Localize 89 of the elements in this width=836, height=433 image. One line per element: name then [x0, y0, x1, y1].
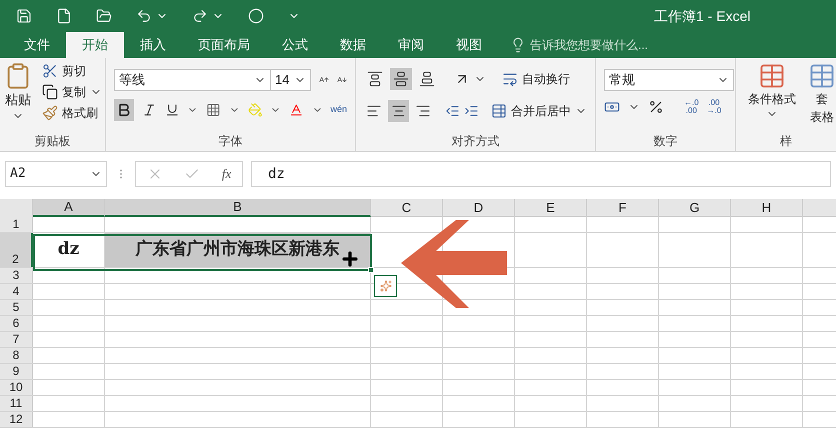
- increase-indent-icon[interactable]: [464, 103, 479, 119]
- table-cell[interactable]: 广东省广州市海珠区新港东: [105, 233, 370, 267]
- ribbon-tab[interactable]: 开始: [66, 32, 124, 58]
- decrease-decimal-button[interactable]: .00 →.0: [706, 99, 722, 115]
- group-label: 剪贴板: [34, 133, 70, 150]
- group-label: 数字: [654, 133, 678, 150]
- redo-icon[interactable]: [192, 8, 208, 24]
- fill-color-icon[interactable]: [248, 102, 262, 118]
- ribbon-tab[interactable]: 文件: [8, 32, 66, 58]
- row-header[interactable]: 9: [0, 364, 33, 379]
- ribbon-tab[interactable]: 插入: [124, 32, 182, 58]
- vertical-align-button[interactable]: [390, 68, 412, 90]
- row-header[interactable]: 8: [0, 348, 33, 363]
- italic-icon[interactable]: [142, 102, 157, 118]
- circle-icon[interactable]: [248, 8, 264, 24]
- vertical-align-icon: [367, 71, 383, 87]
- scissors-icon: [42, 63, 58, 79]
- tell-me-field[interactable]: 告诉我您想要做什么...: [510, 32, 648, 58]
- percent-icon[interactable]: [648, 99, 664, 115]
- row-header[interactable]: 2: [0, 233, 33, 267]
- horizontal-align-icon: [390, 103, 407, 119]
- column-header[interactable]: B: [105, 199, 371, 217]
- merge-cells-icon: [490, 103, 507, 119]
- table-icon: [758, 62, 786, 90]
- column-header[interactable]: A: [33, 199, 105, 217]
- ribbon-tab[interactable]: 数据: [324, 32, 382, 58]
- new-file-icon[interactable]: [56, 8, 72, 24]
- cut-button[interactable]: 剪切: [42, 62, 102, 80]
- column-header[interactable]: F: [587, 199, 659, 217]
- window-title: 工作簿1 - Excel: [654, 6, 750, 26]
- table-cell[interactable]: dz: [33, 233, 104, 267]
- font-name-field[interactable]: 等线: [114, 69, 271, 91]
- ribbon-tab[interactable]: 视图: [440, 32, 498, 58]
- conditional-format-button[interactable]: 条件格式: [748, 62, 796, 131]
- quick-analysis-button[interactable]: [374, 275, 397, 297]
- table-icon: [808, 62, 836, 90]
- column-header[interactable]: E: [515, 199, 587, 217]
- group-label: 样: [780, 133, 792, 150]
- formula-field[interactable]: dz: [251, 161, 831, 187]
- column-header[interactable]: H: [731, 199, 803, 217]
- row-header[interactable]: 10: [0, 380, 33, 395]
- row-header[interactable]: 4: [0, 284, 33, 299]
- ribbon-tab[interactable]: 审阅: [382, 32, 440, 58]
- font-size-field[interactable]: 14: [271, 69, 311, 91]
- copy-button[interactable]: 复制: [42, 83, 102, 101]
- row-header[interactable]: 6: [0, 316, 33, 331]
- column-header[interactable]: D: [443, 199, 515, 217]
- ribbon-tab[interactable]: 页面布局: [182, 32, 266, 58]
- format-painter-button[interactable]: 格式刷: [42, 104, 102, 122]
- font-color-icon[interactable]: [289, 102, 304, 118]
- vertical-align-icon: [419, 71, 435, 87]
- phonetic-button[interactable]: wén: [330, 103, 348, 117]
- group-label: 字体: [218, 133, 242, 150]
- increase-decimal-button[interactable]: ←.0 .00: [684, 99, 699, 115]
- column-header[interactable]: C: [371, 199, 443, 217]
- column-header[interactable]: G: [659, 199, 731, 217]
- merge-center-button[interactable]: 合并后居中: [490, 102, 587, 120]
- brush-icon: [42, 105, 58, 121]
- undo-icon[interactable]: [136, 8, 152, 24]
- wrap-text-button[interactable]: 自动换行: [502, 70, 570, 88]
- bold-button[interactable]: [114, 99, 134, 121]
- folder-icon[interactable]: [96, 8, 112, 24]
- wrap-text-icon: [502, 71, 518, 87]
- underline-icon[interactable]: [164, 102, 180, 118]
- row-header[interactable]: 7: [0, 332, 33, 347]
- fill-handle[interactable]: [368, 267, 374, 273]
- row-header[interactable]: 1: [0, 217, 33, 232]
- vertical-align-icon: [393, 71, 409, 87]
- save-icon[interactable]: [16, 8, 32, 24]
- bold-icon: [116, 102, 132, 118]
- copy-icon: [42, 84, 58, 100]
- table-format-button[interactable]: 套 表格: [808, 62, 836, 131]
- paste-button[interactable]: 粘贴: [4, 62, 32, 131]
- row-header[interactable]: 3: [0, 268, 33, 283]
- group-label: 对齐方式: [452, 133, 500, 150]
- row-header[interactable]: 5: [0, 300, 33, 315]
- decrease-indent-icon[interactable]: [445, 103, 460, 119]
- cursor-icon: [340, 249, 360, 269]
- sparkle-icon: [380, 280, 392, 292]
- insert-function-button[interactable]: fx: [222, 164, 232, 184]
- row-header[interactable]: 11: [0, 396, 33, 411]
- horizontal-align-icon: [415, 103, 432, 119]
- row-header[interactable]: 12: [0, 412, 33, 427]
- horizontal-align-button[interactable]: [388, 100, 409, 122]
- number-format-field[interactable]: 常规: [604, 69, 734, 91]
- name-box[interactable]: A2: [5, 161, 107, 187]
- horizontal-align-icon: [366, 103, 382, 119]
- ribbon-tab[interactable]: 公式: [266, 32, 324, 58]
- border-icon[interactable]: [206, 102, 221, 118]
